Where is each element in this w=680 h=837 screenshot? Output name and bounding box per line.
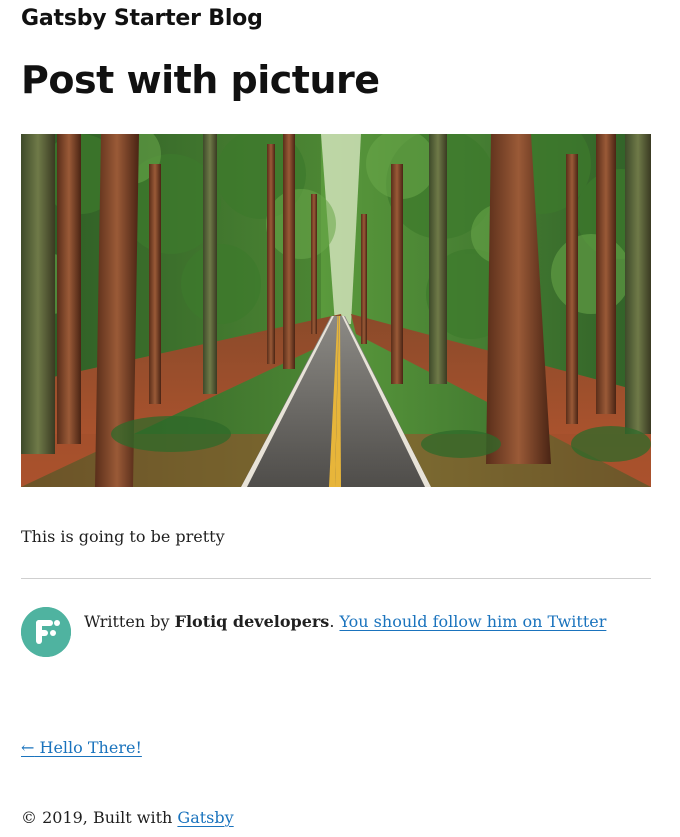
content-divider xyxy=(21,578,651,579)
bio-separator: . xyxy=(329,612,340,631)
footer-copyright: © 2019, Built with xyxy=(21,808,178,827)
twitter-follow-link[interactable]: You should follow him on Twitter xyxy=(339,612,606,631)
author-bio: Written by Flotiq developers. You should… xyxy=(21,607,606,657)
previous-post-link[interactable]: ← Hello There! xyxy=(21,738,142,757)
post-navigation: ← Hello There! xyxy=(21,737,142,759)
post-body-text: This is going to be pretty xyxy=(21,527,225,546)
gatsby-link[interactable]: Gatsby xyxy=(177,808,233,827)
bio-text: Written by Flotiq developers. You should… xyxy=(84,611,606,633)
site-title-link[interactable]: Gatsby Starter Blog xyxy=(21,6,263,31)
bio-prefix: Written by xyxy=(84,612,175,631)
post-hero-image xyxy=(21,134,651,487)
flotiq-logo-icon xyxy=(21,607,71,657)
arrow-left-icon: ← xyxy=(21,738,35,757)
post-title: Post with picture xyxy=(21,58,380,102)
bio-author-name: Flotiq developers xyxy=(174,612,330,631)
site-footer: © 2019, Built with Gatsby xyxy=(21,807,234,829)
previous-post-title: Hello There! xyxy=(39,738,142,757)
